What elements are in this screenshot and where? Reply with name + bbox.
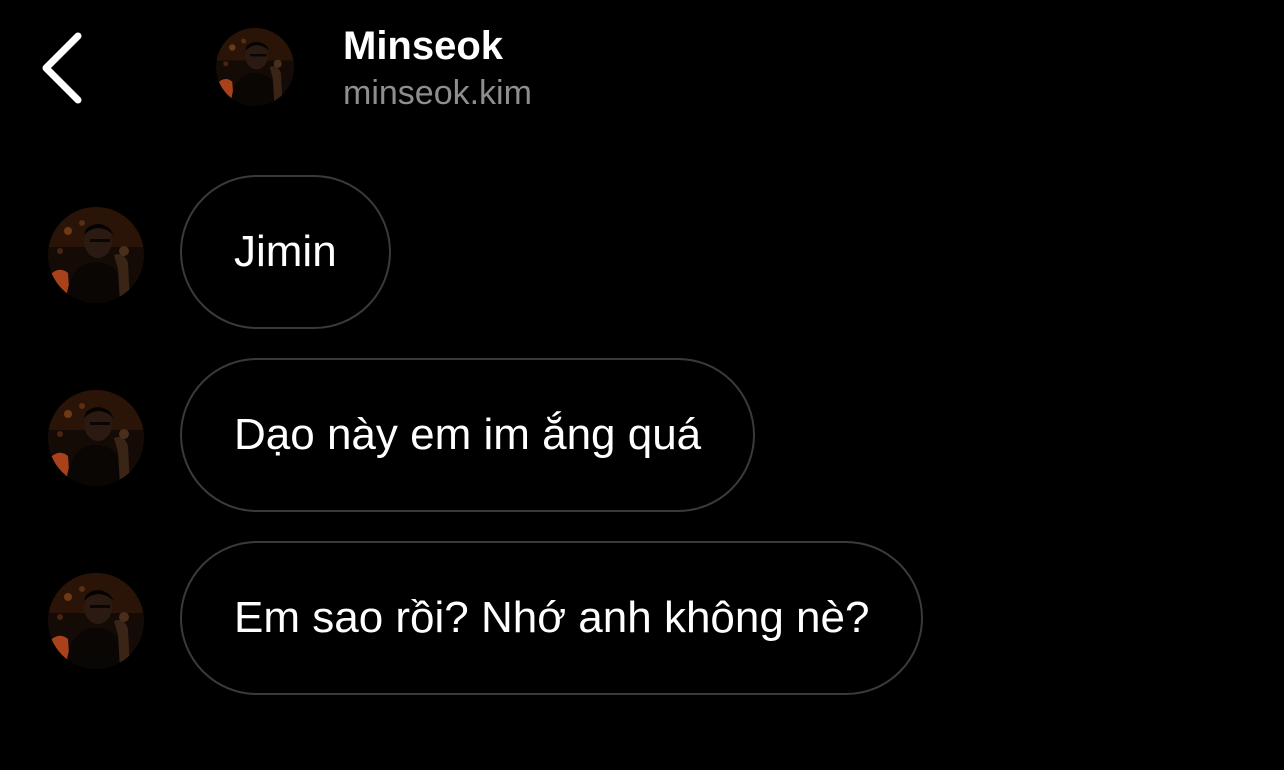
avatar[interactable] xyxy=(48,573,144,669)
chat-header: Minseok minseok.kim xyxy=(0,0,1284,140)
profile-photo-icon xyxy=(48,207,144,303)
contact-username: minseok.kim xyxy=(343,74,532,112)
message-bubble[interactable]: Em sao rồi? Nhớ anh không nè? xyxy=(180,541,924,695)
message-row: Jimin xyxy=(0,175,1284,333)
profile-photo-icon xyxy=(48,390,144,486)
avatar[interactable] xyxy=(48,207,144,303)
message-bubble[interactable]: Jimin xyxy=(180,175,391,329)
avatar[interactable] xyxy=(216,28,294,106)
profile-photo-icon xyxy=(216,28,294,106)
profile-photo-icon xyxy=(48,573,144,669)
message-row: Dạo này em im ắng quá xyxy=(0,358,1284,516)
back-button[interactable] xyxy=(30,22,100,112)
avatar[interactable] xyxy=(48,390,144,486)
chevron-left-icon xyxy=(42,32,82,104)
message-row: Em sao rồi? Nhớ anh không nè? xyxy=(0,541,1284,699)
contact-name: Minseok xyxy=(343,24,504,68)
message-bubble[interactable]: Dạo này em im ắng quá xyxy=(180,358,756,512)
